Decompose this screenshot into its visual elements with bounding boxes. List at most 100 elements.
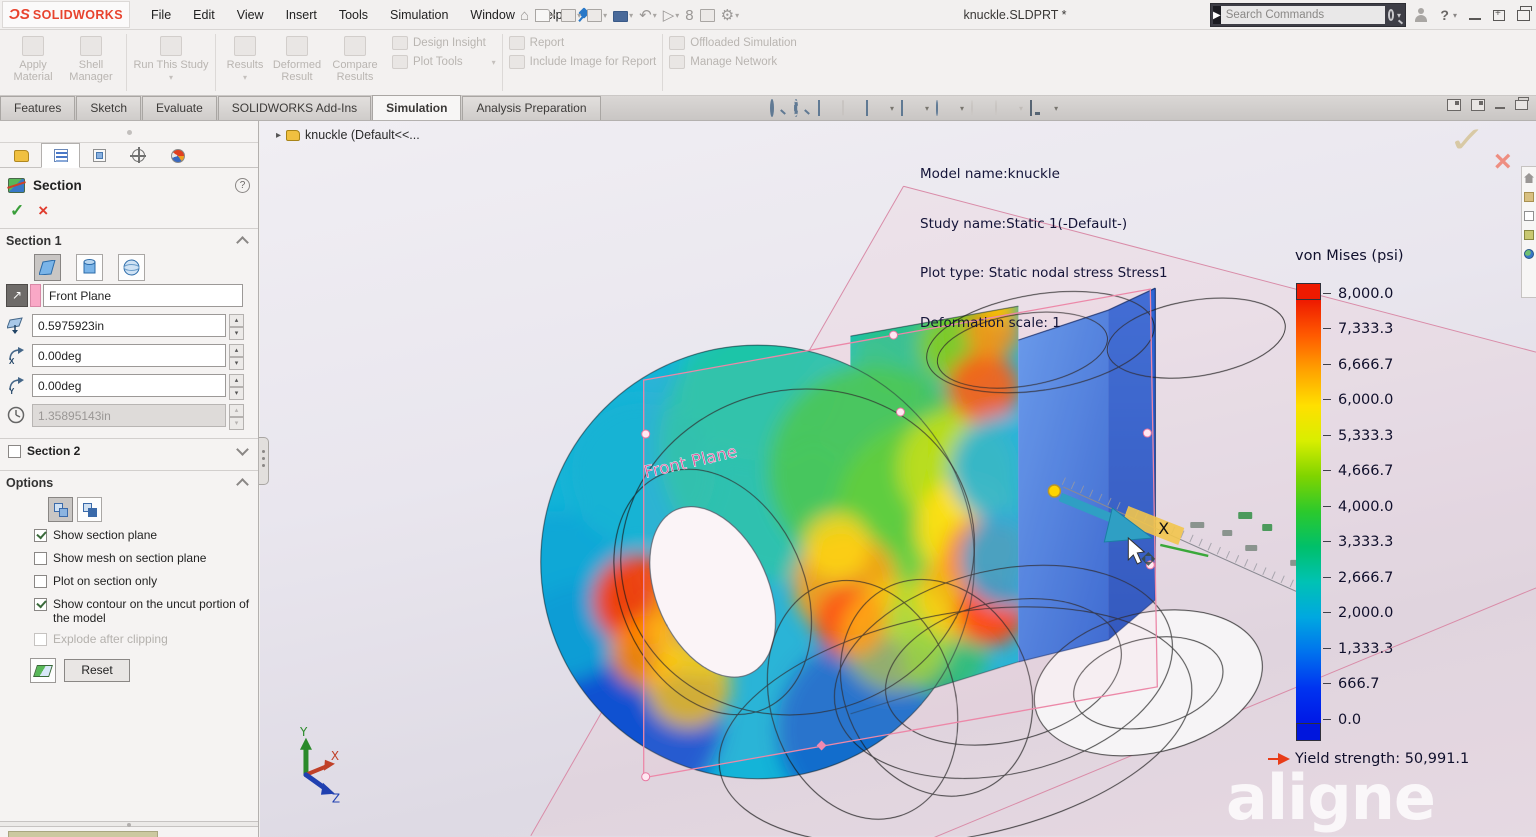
- graphics-area[interactable]: Front Plane X: [260, 121, 1536, 837]
- hide-show-items-icon[interactable]: [936, 101, 953, 117]
- taskpane-home-icon[interactable]: [1524, 173, 1534, 183]
- search-input[interactable]: [1221, 6, 1385, 24]
- doc-window-icon-1[interactable]: [1447, 99, 1461, 111]
- section2-checkbox[interactable]: [8, 445, 21, 458]
- tab-sketch[interactable]: Sketch: [76, 96, 141, 120]
- doc-window-icon-2[interactable]: [1471, 99, 1485, 111]
- menu-insert[interactable]: Insert: [275, 0, 328, 30]
- compare-results-button[interactable]: Compare Results: [326, 33, 384, 83]
- tab-solidworks-add-ins[interactable]: SOLIDWORKS Add-Ins: [218, 96, 371, 120]
- select-icon[interactable]: ▷▾: [661, 3, 682, 27]
- tree-expand-icon[interactable]: ▸: [276, 130, 281, 141]
- menu-file[interactable]: File: [140, 0, 182, 30]
- flip-section-icon-button[interactable]: [30, 658, 56, 683]
- include-image-for-report-button[interactable]: Include Image for Report: [509, 55, 657, 69]
- report-button[interactable]: Report: [509, 36, 565, 50]
- display-style-icon[interactable]: [901, 101, 918, 117]
- zoom-to-area-icon[interactable]: [794, 101, 811, 117]
- planar-section-button[interactable]: [34, 254, 61, 281]
- options-group-header[interactable]: Options: [6, 476, 53, 490]
- taskpane-design-library-icon[interactable]: [1524, 192, 1534, 202]
- offloaded-simulation-button[interactable]: Offloaded Simulation: [669, 36, 797, 50]
- tab-feature-manager[interactable]: [2, 143, 41, 168]
- taskpane-appearances-icon[interactable]: [1524, 230, 1534, 240]
- feature-tree-root[interactable]: ▸ knuckle (Default<<...: [276, 128, 420, 142]
- panel-splitter-top[interactable]: [0, 121, 258, 143]
- save-icon[interactable]: ▾: [585, 3, 609, 27]
- cascade-windows-button[interactable]: [1517, 10, 1530, 21]
- design-insight-button[interactable]: Design Insight: [392, 36, 486, 50]
- reverse-direction-icon[interactable]: ↗: [6, 284, 28, 307]
- options-gear-icon[interactable]: ⚙▾: [719, 3, 741, 27]
- doc-restore-icon[interactable]: [1515, 100, 1528, 110]
- menu-edit[interactable]: Edit: [182, 0, 226, 30]
- panel-splitter-bottom[interactable]: [0, 821, 258, 827]
- view-orientation-icon[interactable]: [866, 101, 883, 117]
- taskpane-3dexperience-icon[interactable]: [1524, 249, 1534, 259]
- edit-appearance-icon[interactable]: [971, 101, 988, 117]
- user-account-icon[interactable]: [1414, 8, 1428, 22]
- doc-minimize-icon[interactable]: [1495, 107, 1505, 109]
- menu-tools[interactable]: Tools: [328, 0, 379, 30]
- apply-material-button[interactable]: Apply Material: [4, 33, 62, 83]
- rotation-x-input[interactable]: [32, 344, 226, 367]
- section2-expand-icon[interactable]: [238, 446, 246, 454]
- cancel-x-icon[interactable]: ×: [38, 201, 48, 225]
- menu-simulation[interactable]: Simulation: [379, 0, 459, 30]
- help-circle-icon[interactable]: ?: [235, 178, 250, 193]
- reference-plane-input[interactable]: [43, 284, 243, 307]
- deformed-result-button[interactable]: Deformed Result: [268, 33, 326, 83]
- help-dropdown-icon[interactable]: ▾: [1453, 11, 1457, 20]
- zoom-to-fit-icon[interactable]: [770, 101, 787, 117]
- ok-check-icon[interactable]: ✓: [10, 201, 24, 225]
- tab-display-manager[interactable]: [158, 143, 197, 168]
- rotation-y-spinner[interactable]: ▴▾: [229, 374, 244, 397]
- manage-network-button[interactable]: Manage Network: [669, 55, 777, 69]
- rebuild-icon[interactable]: 8: [683, 3, 695, 27]
- tab-analysis-preparation[interactable]: Analysis Preparation: [462, 96, 600, 120]
- intersection-zone-button-1[interactable]: [48, 497, 73, 522]
- drag-origin-dot[interactable]: [1048, 485, 1060, 497]
- offset-distance-spinner[interactable]: ▴▾: [229, 314, 244, 337]
- minimize-button[interactable]: [1469, 18, 1481, 20]
- confirmation-cancel-icon[interactable]: ×: [1494, 145, 1512, 179]
- home-icon[interactable]: ⌂: [518, 3, 531, 27]
- section1-group-header[interactable]: Section 1: [6, 234, 62, 248]
- new-document-icon[interactable]: ▾: [533, 3, 557, 27]
- shell-manager-button[interactable]: Shell Manager: [62, 33, 120, 83]
- panel-splitter-handle[interactable]: [259, 437, 269, 485]
- print-icon[interactable]: ▾: [611, 3, 635, 27]
- menu-view[interactable]: View: [226, 0, 275, 30]
- checkbox-show-mesh[interactable]: Show mesh on section plane: [34, 551, 250, 565]
- open-icon[interactable]: ▾: [559, 3, 583, 27]
- tab-simulation[interactable]: Simulation: [372, 95, 461, 120]
- maximize-button[interactable]: [1493, 10, 1505, 21]
- checkbox-plot-on-section[interactable]: Plot on section only: [34, 574, 250, 588]
- tab-dimxpert-manager[interactable]: [119, 143, 158, 168]
- intersection-zone-button-2[interactable]: [77, 497, 102, 522]
- search-icon[interactable]: [1388, 9, 1394, 21]
- menu-window[interactable]: Window: [459, 0, 525, 30]
- plot-tools-button[interactable]: Plot Tools ▾: [392, 55, 496, 69]
- results-button[interactable]: Results ▾: [222, 33, 268, 82]
- view-settings-icon[interactable]: [1030, 101, 1047, 117]
- section1-collapse-icon[interactable]: [238, 236, 246, 244]
- tab-property-manager[interactable]: [41, 143, 80, 168]
- spherical-section-button[interactable]: [118, 254, 145, 281]
- tab-features[interactable]: Features: [0, 96, 75, 120]
- file-properties-icon[interactable]: [698, 3, 717, 27]
- tab-evaluate[interactable]: Evaluate: [142, 96, 217, 120]
- taskpane-file-explorer-icon[interactable]: [1524, 211, 1534, 221]
- reset-button[interactable]: Reset: [64, 659, 130, 682]
- undo-icon[interactable]: ↶▾: [637, 3, 659, 27]
- help-icon[interactable]: ?: [1440, 7, 1449, 23]
- rotation-x-spinner[interactable]: ▴▾: [229, 344, 244, 367]
- section2-checkbox-row[interactable]: Section 2: [8, 444, 224, 458]
- run-this-study-button[interactable]: Run This Study ▾: [133, 33, 209, 82]
- apply-scene-icon[interactable]: [995, 101, 1012, 117]
- cylindrical-section-button[interactable]: [76, 254, 103, 281]
- confirmation-ok-icon[interactable]: ✓: [1448, 121, 1486, 161]
- search-dropdown-icon[interactable]: ▾: [1397, 11, 1401, 20]
- offset-distance-input[interactable]: [32, 314, 226, 337]
- checkbox-show-contour-uncut[interactable]: Show contour on the uncut portion of the…: [34, 597, 250, 625]
